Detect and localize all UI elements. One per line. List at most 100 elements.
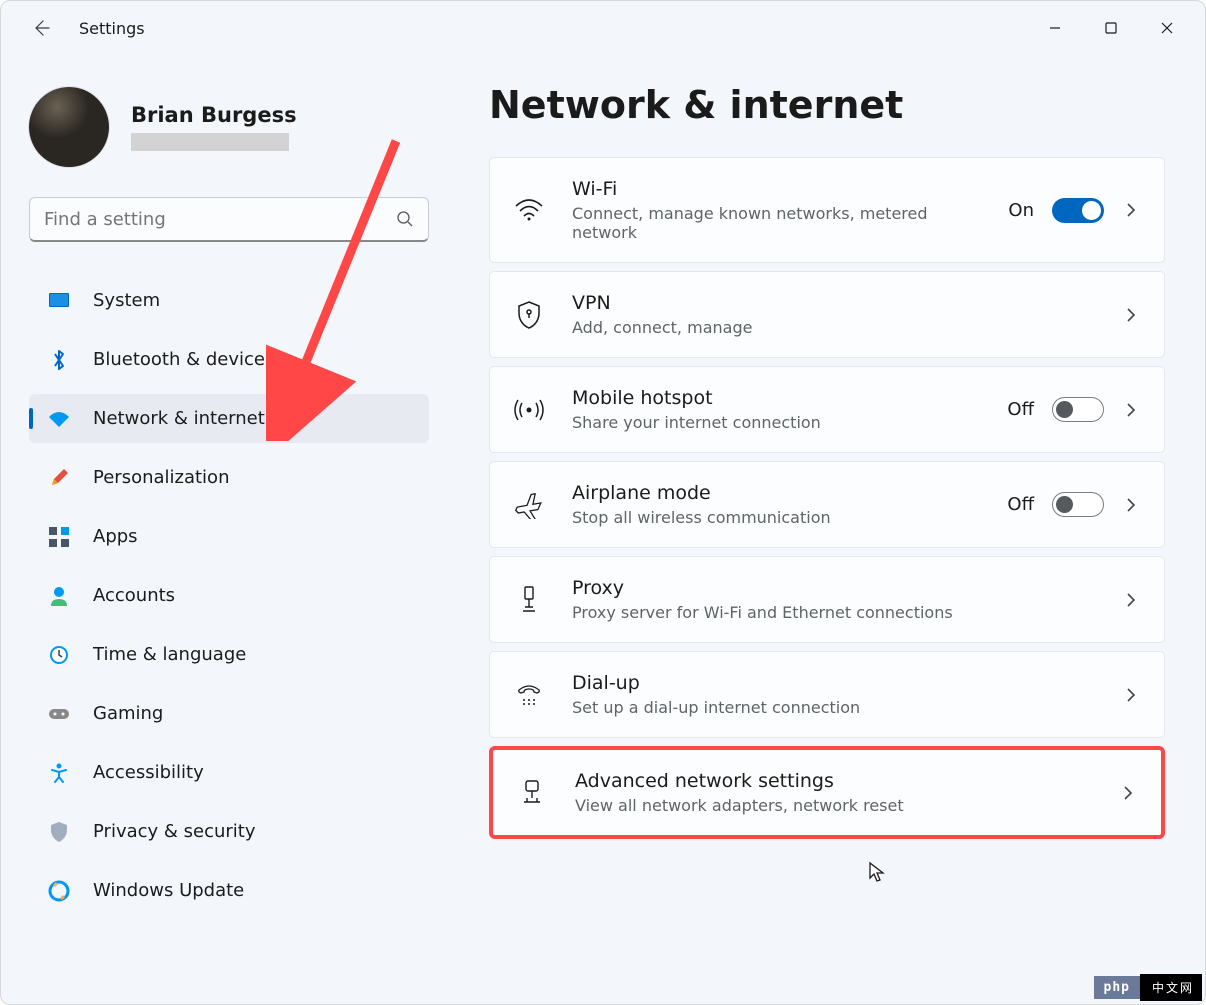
back-button[interactable] [25, 12, 57, 44]
sidebar-item-label: Accounts [93, 585, 175, 606]
wifi-icon [47, 407, 71, 431]
sidebar-item-label: Personalization [93, 467, 229, 488]
card-actions: Off [1007, 397, 1140, 422]
card-advanced-network[interactable]: Advanced network settings View all netwo… [489, 746, 1165, 839]
card-subtitle: Connect, manage known networks, metered … [572, 204, 980, 242]
airplane-toggle[interactable] [1052, 492, 1104, 517]
settings-window: Settings Brian Burgess [0, 0, 1206, 1005]
hotspot-icon [514, 395, 544, 425]
card-subtitle: Stop all wireless communication [572, 508, 979, 527]
network-adapter-icon [517, 778, 547, 808]
card-actions [1122, 306, 1140, 324]
chevron-right-icon [1122, 496, 1140, 514]
card-actions: On [1008, 198, 1140, 223]
minimize-button[interactable] [1027, 8, 1083, 48]
card-text: VPN Add, connect, manage [572, 292, 1094, 337]
toggle-label: On [1008, 200, 1034, 221]
card-airplane[interactable]: Airplane mode Stop all wireless communic… [489, 461, 1165, 548]
sidebar-item-system[interactable]: System [29, 276, 429, 325]
sidebar-item-apps[interactable]: Apps [29, 512, 429, 561]
close-button[interactable] [1139, 8, 1195, 48]
chevron-right-icon [1122, 306, 1140, 324]
card-subtitle: Set up a dial-up internet connection [572, 698, 1094, 717]
sidebar-item-network[interactable]: Network & internet [29, 394, 429, 443]
search-input[interactable] [44, 209, 396, 230]
sidebar-item-time[interactable]: Time & language [29, 630, 429, 679]
chevron-right-icon [1122, 401, 1140, 419]
badge-cn: 中文网 [1140, 974, 1202, 1001]
profile[interactable]: Brian Burgess [29, 87, 429, 167]
card-title: Mobile hotspot [572, 387, 979, 409]
minimize-icon [1048, 21, 1062, 35]
sidebar-item-gaming[interactable]: Gaming [29, 689, 429, 738]
close-icon [1160, 21, 1174, 35]
sidebar-item-bluetooth[interactable]: Bluetooth & devices [29, 335, 429, 384]
sidebar-item-label: Network & internet [93, 408, 265, 429]
card-wifi[interactable]: Wi-Fi Connect, manage known networks, me… [489, 157, 1165, 263]
titlebar: Settings [1, 1, 1205, 55]
sidebar-item-label: Windows Update [93, 880, 244, 901]
card-actions [1122, 686, 1140, 704]
card-dialup[interactable]: Dial-up Set up a dial-up internet connec… [489, 651, 1165, 738]
window-controls [1027, 8, 1195, 48]
card-title: VPN [572, 292, 1094, 314]
sidebar-item-accessibility[interactable]: Accessibility [29, 748, 429, 797]
sidebar-item-label: Bluetooth & devices [93, 349, 274, 370]
wifi-icon [514, 195, 544, 225]
personalization-icon [47, 466, 71, 490]
avatar [29, 87, 109, 167]
sidebar-item-label: Privacy & security [93, 821, 256, 842]
card-title: Airplane mode [572, 482, 979, 504]
card-actions [1119, 784, 1137, 802]
card-text: Mobile hotspot Share your internet conne… [572, 387, 979, 432]
clock-icon [47, 643, 71, 667]
card-title: Wi-Fi [572, 178, 980, 200]
card-title: Dial-up [572, 672, 1094, 694]
sidebar-item-update[interactable]: Windows Update [29, 866, 429, 915]
wifi-toggle[interactable] [1052, 198, 1104, 223]
search-icon [396, 210, 414, 228]
gamepad-icon [47, 702, 71, 726]
badge-php: php [1094, 976, 1140, 999]
card-text: Wi-Fi Connect, manage known networks, me… [572, 178, 980, 242]
sidebar-item-accounts[interactable]: Accounts [29, 571, 429, 620]
sidebar-item-label: System [93, 290, 160, 311]
maximize-button[interactable] [1083, 8, 1139, 48]
chevron-right-icon [1122, 201, 1140, 219]
hotspot-toggle[interactable] [1052, 397, 1104, 422]
profile-text: Brian Burgess [131, 103, 297, 151]
sidebar-item-label: Apps [93, 526, 138, 547]
chevron-right-icon [1119, 784, 1137, 802]
apps-icon [47, 525, 71, 549]
main-content: Network & internet Wi-Fi Connect, manage… [429, 55, 1205, 1004]
nav-list: System Bluetooth & devices Network & int… [29, 276, 429, 915]
card-hotspot[interactable]: Mobile hotspot Share your internet conne… [489, 366, 1165, 453]
airplane-icon [514, 490, 544, 520]
sidebar-item-label: Gaming [93, 703, 163, 724]
toggle-label: Off [1007, 399, 1034, 420]
card-text: Proxy Proxy server for Wi-Fi and Etherne… [572, 577, 1094, 622]
bluetooth-icon [47, 348, 71, 372]
user-email-redacted [131, 133, 289, 151]
search-box[interactable] [29, 197, 429, 242]
card-proxy[interactable]: Proxy Proxy server for Wi-Fi and Etherne… [489, 556, 1165, 643]
card-subtitle: Add, connect, manage [572, 318, 1094, 337]
maximize-icon [1104, 21, 1118, 35]
proxy-icon [514, 585, 544, 615]
vpn-shield-icon [514, 300, 544, 330]
sidebar-item-personalization[interactable]: Personalization [29, 453, 429, 502]
card-vpn[interactable]: VPN Add, connect, manage [489, 271, 1165, 358]
toggle-label: Off [1007, 494, 1034, 515]
card-title: Advanced network settings [575, 770, 1091, 792]
watermark-badge: php 中文网 [1094, 974, 1203, 1001]
sidebar-item-label: Accessibility [93, 762, 204, 783]
page-title: Network & internet [489, 83, 1165, 127]
card-subtitle: View all network adapters, network reset [575, 796, 1091, 815]
card-text: Advanced network settings View all netwo… [575, 770, 1091, 815]
shield-icon [47, 820, 71, 844]
card-actions [1122, 591, 1140, 609]
card-text: Airplane mode Stop all wireless communic… [572, 482, 979, 527]
sidebar-item-privacy[interactable]: Privacy & security [29, 807, 429, 856]
back-arrow-icon [31, 18, 51, 38]
window-title: Settings [79, 19, 145, 38]
